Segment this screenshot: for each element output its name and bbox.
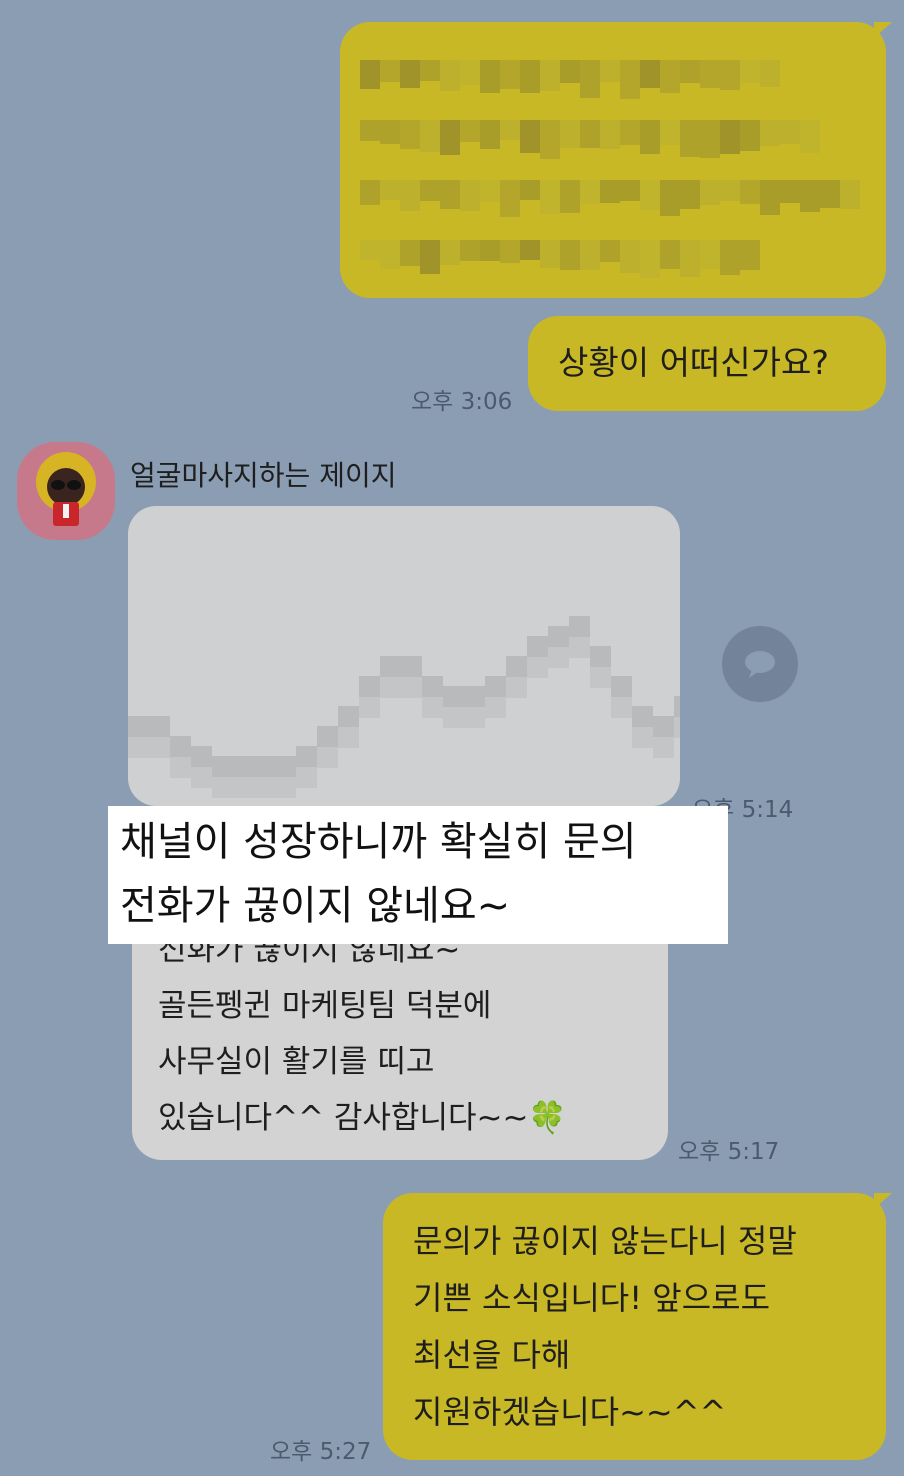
profile-character-icon bbox=[36, 452, 96, 526]
message-text: 문의가 끊이지 않는다니 정말 기쁜 소식입니다! 앞으로도 최선을 다해 지원… bbox=[413, 1222, 797, 1431]
blurred-chart-image bbox=[128, 506, 680, 806]
message-time: 오후 3:06 bbox=[411, 389, 513, 415]
speech-bubble-icon bbox=[745, 651, 775, 678]
caption-overlay: 채널이 성장하니까 확실히 문의 전화가 끊이지 않네요~ bbox=[108, 806, 728, 944]
shared-image[interactable] bbox=[128, 506, 680, 806]
message-bubble[interactable]: 상황이 어떠신가요? bbox=[528, 316, 886, 411]
message-bubble[interactable]: 문의가 끊이지 않는다니 정말 기쁜 소식입니다! 앞으로도 최선을 다해 지원… bbox=[383, 1193, 892, 1460]
blurred-text bbox=[360, 60, 860, 280]
share-button[interactable] bbox=[722, 626, 798, 702]
sender-name: 얼굴마사지하는 제이지 bbox=[130, 459, 397, 492]
avatar[interactable] bbox=[17, 442, 115, 540]
message-text: 전화가 끊이지 않네요~ 골든펭귄 마케팅팀 덕분에 사무실이 활기를 띠고 있… bbox=[158, 932, 568, 1136]
message-time: 오후 5:17 bbox=[678, 1139, 780, 1165]
message-text: 상황이 어떠신가요? bbox=[558, 343, 829, 382]
message-time: 오후 5:27 bbox=[270, 1439, 372, 1465]
message-bubble-blurred[interactable] bbox=[340, 22, 892, 298]
